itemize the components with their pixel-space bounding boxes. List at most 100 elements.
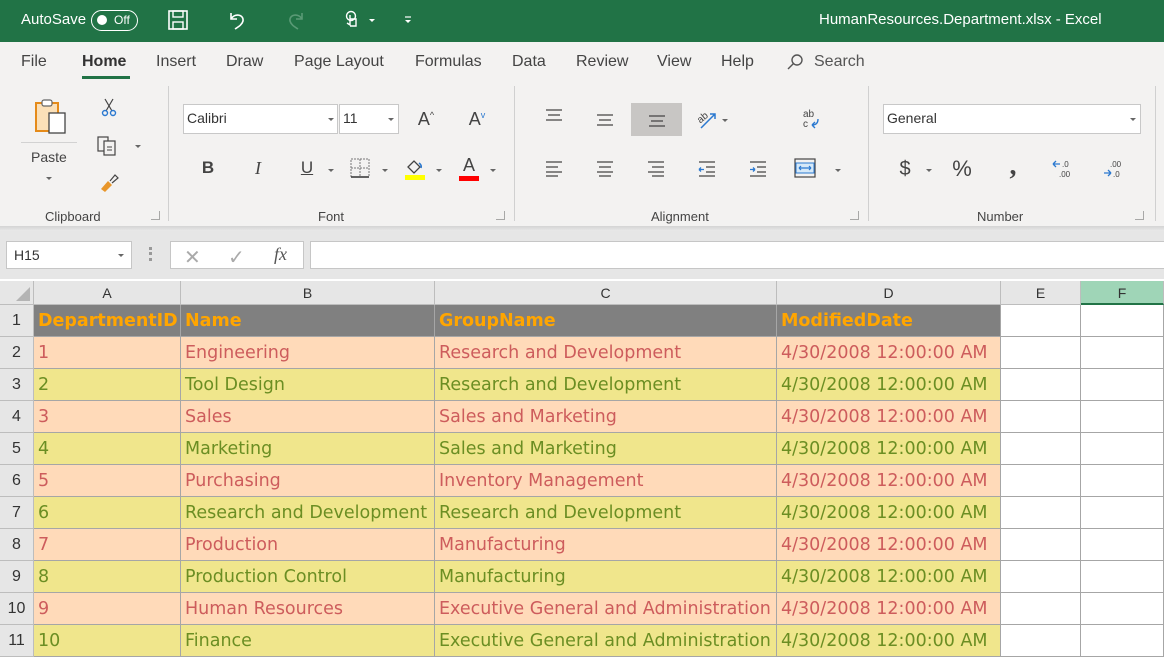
undo-button[interactable]	[225, 8, 249, 32]
comma-style-button[interactable]: ,	[1002, 150, 1024, 181]
table-cell[interactable]	[1001, 337, 1081, 369]
bold-button[interactable]: B	[196, 156, 220, 180]
table-cell[interactable]: 6	[34, 497, 181, 529]
row-header[interactable]: 2	[0, 337, 34, 369]
table-cell[interactable]	[1081, 625, 1164, 657]
increase-font-button[interactable]: A^	[413, 106, 439, 132]
currency-button[interactable]: $	[893, 156, 917, 182]
customize-qat-button[interactable]	[396, 8, 420, 32]
formula-input[interactable]	[310, 241, 1164, 269]
table-cell[interactable]: 4/30/2008 12:00:00 AM	[777, 337, 1001, 369]
copy-button[interactable]	[95, 134, 119, 158]
table-cell[interactable]: 9	[34, 593, 181, 625]
middle-align-button[interactable]	[593, 108, 617, 132]
tab-page-layout[interactable]: Page Layout	[294, 53, 384, 71]
alignment-launcher[interactable]	[850, 211, 859, 220]
font-launcher[interactable]	[496, 211, 505, 220]
table-cell[interactable]: 5	[34, 465, 181, 497]
table-cell[interactable]: 8	[34, 561, 181, 593]
table-cell[interactable]: 4/30/2008 12:00:00 AM	[777, 529, 1001, 561]
table-cell[interactable]: Tool Design	[181, 369, 435, 401]
font-name-combo[interactable]: Calibri	[183, 104, 338, 134]
font-color-dropdown[interactable]	[490, 169, 496, 172]
tab-review[interactable]: Review	[576, 53, 628, 71]
splitter-handle[interactable]	[149, 247, 152, 261]
table-cell[interactable]	[1081, 561, 1164, 593]
table-cell[interactable]	[1001, 593, 1081, 625]
table-cell[interactable]	[1001, 401, 1081, 433]
font-size-dropdown[interactable]	[388, 118, 394, 121]
table-cell[interactable]	[1001, 433, 1081, 465]
touch-mode-dropdown[interactable]	[369, 19, 375, 22]
table-cell[interactable]	[1001, 561, 1081, 593]
table-cell[interactable]: Marketing	[181, 433, 435, 465]
touch-mode-button[interactable]	[340, 8, 364, 32]
align-right-button[interactable]	[644, 157, 668, 181]
decrease-font-button[interactable]: Av	[464, 106, 490, 132]
enter-icon[interactable]: ✓	[228, 245, 245, 270]
table-cell[interactable]: Production	[181, 529, 435, 561]
table-cell[interactable]: Executive General and Administration	[435, 593, 777, 625]
tab-draw[interactable]: Draw	[226, 53, 263, 71]
italic-button[interactable]: I	[246, 156, 270, 180]
table-cell[interactable]	[1081, 369, 1164, 401]
table-cell[interactable]	[1001, 465, 1081, 497]
table-cell[interactable]	[1081, 497, 1164, 529]
header-cell[interactable]: DepartmentID	[34, 305, 181, 337]
increase-decimal-button[interactable]: .0.00	[1050, 156, 1076, 182]
name-box[interactable]: H15	[6, 241, 132, 269]
table-cell[interactable]: 2	[34, 369, 181, 401]
tab-file[interactable]: File	[21, 53, 47, 71]
decrease-decimal-button[interactable]: .00.0	[1101, 156, 1127, 182]
table-cell[interactable]: Research and Development	[435, 497, 777, 529]
table-cell[interactable]: 4/30/2008 12:00:00 AM	[777, 465, 1001, 497]
table-cell[interactable]: Inventory Management	[435, 465, 777, 497]
table-cell[interactable]	[1081, 465, 1164, 497]
table-cell[interactable]	[1001, 625, 1081, 657]
table-cell[interactable]: Sales and Marketing	[435, 433, 777, 465]
column-header-e[interactable]: E	[1001, 281, 1081, 305]
table-cell[interactable]: 4/30/2008 12:00:00 AM	[777, 593, 1001, 625]
table-cell[interactable]	[1001, 305, 1081, 337]
currency-dropdown[interactable]	[926, 169, 932, 172]
table-cell[interactable]: 4/30/2008 12:00:00 AM	[777, 369, 1001, 401]
header-cell[interactable]: ModifiedDate	[777, 305, 1001, 337]
paste-label[interactable]: Paste	[31, 149, 67, 165]
borders-button[interactable]	[349, 157, 371, 179]
table-cell[interactable]: Sales and Marketing	[435, 401, 777, 433]
autosave-toggle[interactable]: Off	[91, 10, 138, 31]
fill-color-dropdown[interactable]	[436, 169, 442, 172]
redo-button[interactable]	[284, 8, 308, 32]
row-header[interactable]: 3	[0, 369, 34, 401]
row-header[interactable]: 7	[0, 497, 34, 529]
align-left-button[interactable]	[542, 157, 566, 181]
header-cell[interactable]: Name	[181, 305, 435, 337]
orientation-dropdown[interactable]	[722, 119, 728, 122]
table-cell[interactable]: Production Control	[181, 561, 435, 593]
table-cell[interactable]: 4/30/2008 12:00:00 AM	[777, 497, 1001, 529]
row-header[interactable]: 6	[0, 465, 34, 497]
table-cell[interactable]: 4/30/2008 12:00:00 AM	[777, 625, 1001, 657]
table-cell[interactable]: 1	[34, 337, 181, 369]
save-button[interactable]	[166, 8, 190, 32]
table-cell[interactable]	[1081, 401, 1164, 433]
table-cell[interactable]	[1001, 529, 1081, 561]
column-header-a[interactable]: A	[34, 281, 181, 305]
table-cell[interactable]: Manufacturing	[435, 529, 777, 561]
percent-button[interactable]: %	[948, 156, 976, 182]
table-cell[interactable]: Research and Development	[181, 497, 435, 529]
search-box[interactable]: Search	[786, 53, 865, 71]
row-header[interactable]: 11	[0, 625, 34, 657]
bottom-align-button[interactable]	[631, 103, 682, 136]
tab-home[interactable]: Home	[82, 53, 126, 71]
table-cell[interactable]: 4/30/2008 12:00:00 AM	[777, 433, 1001, 465]
table-cell[interactable]: Executive General and Administration	[435, 625, 777, 657]
table-cell[interactable]: Manufacturing	[435, 561, 777, 593]
row-header[interactable]: 4	[0, 401, 34, 433]
format-painter-button[interactable]	[97, 170, 121, 194]
insert-function-icon[interactable]: fx	[274, 244, 287, 265]
number-format-combo[interactable]: General	[883, 104, 1141, 134]
column-header-d[interactable]: D	[777, 281, 1001, 305]
table-cell[interactable]: 4/30/2008 12:00:00 AM	[777, 561, 1001, 593]
merge-dropdown[interactable]	[835, 169, 841, 172]
